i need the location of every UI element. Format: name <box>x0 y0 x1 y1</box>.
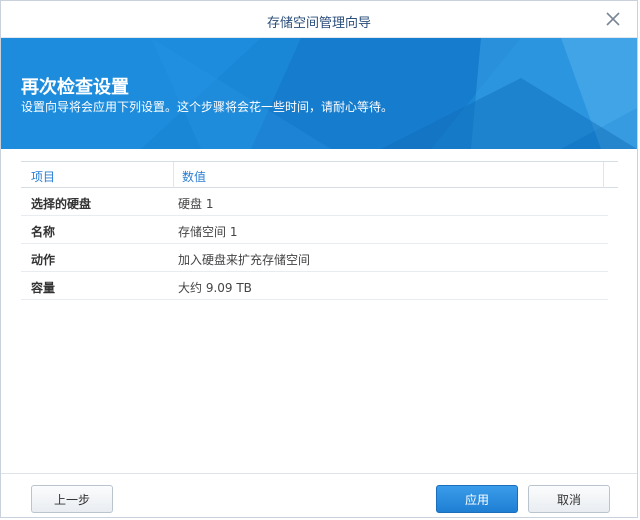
title-bar: 存储空间管理向导 <box>1 1 637 38</box>
back-button[interactable]: 上一步 <box>31 485 113 513</box>
table-row[interactable]: 选择的硬盘 硬盘 1 <box>21 188 608 216</box>
table-row[interactable]: 容量 大约 9.09 TB <box>21 272 608 300</box>
row-key: 名称 <box>31 225 56 239</box>
row-value: 大约 9.09 TB <box>178 281 252 295</box>
cancel-button[interactable]: 取消 <box>528 485 610 513</box>
banner-subtitle: 设置向导将会应用下列设置。这个步骤将会花一些时间，请耐心等待。 <box>21 100 394 114</box>
column-divider <box>603 162 604 188</box>
table-row[interactable]: 名称 存储空间 1 <box>21 216 608 244</box>
column-header-item[interactable]: 项目 <box>31 168 55 185</box>
table-row[interactable]: 动作 加入硬盘来扩充存储空间 <box>21 244 608 272</box>
column-header-value[interactable]: 数值 <box>182 168 206 185</box>
close-icon <box>606 12 620 26</box>
header-banner: 再次检查设置 设置向导将会应用下列设置。这个步骤将会花一些时间，请耐心等待。 <box>1 38 637 149</box>
apply-button[interactable]: 应用 <box>436 485 518 513</box>
settings-table: 项目 数值 选择的硬盘 硬盘 1 名称 存储空间 1 动作 加入硬盘来扩充存储空… <box>21 161 618 300</box>
row-key: 动作 <box>31 253 56 267</box>
wizard-window: 存储空间管理向导 再次检查设置 设置向导将会应用下列设置。这个步骤将会花一些时间… <box>0 0 638 518</box>
row-value: 加入硬盘来扩充存储空间 <box>178 253 311 267</box>
window-title: 存储空间管理向导 <box>266 16 371 31</box>
row-value: 存储空间 1 <box>178 225 238 239</box>
footer-bar: 上一步 应用 取消 <box>1 473 637 519</box>
table-header: 项目 数值 <box>21 161 618 188</box>
row-key: 容量 <box>31 281 56 295</box>
banner-title: 再次检查设置 <box>21 77 129 98</box>
row-value: 硬盘 1 <box>178 197 214 211</box>
row-key: 选择的硬盘 <box>31 197 92 211</box>
column-divider <box>173 162 174 188</box>
close-button[interactable] <box>603 9 623 29</box>
